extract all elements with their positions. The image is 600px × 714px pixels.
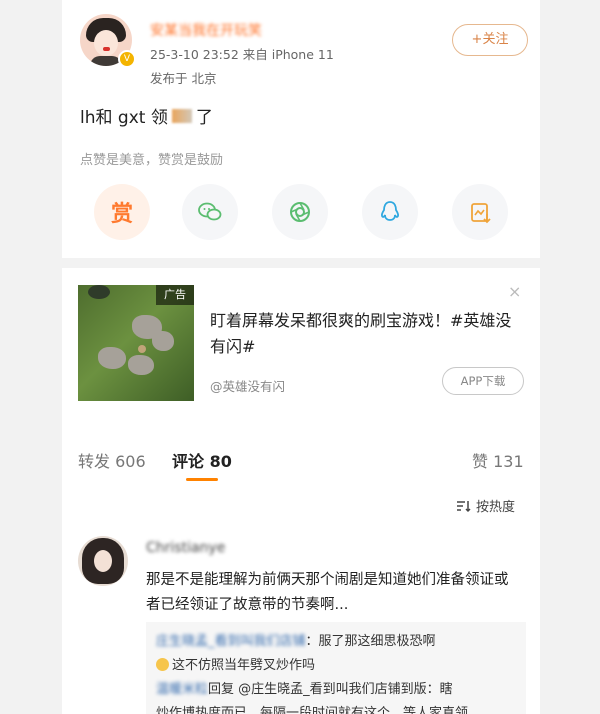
- reply-item[interactable]: 炒作博热度而已，每隔一段时间就有这个，等人家真领: [156, 702, 468, 714]
- reply-text: ：服了那这细思极恐啊: [305, 634, 436, 649]
- commenter-name[interactable]: Christianye: [146, 540, 225, 556]
- ad-tag: 广告: [156, 285, 194, 305]
- tab-comment[interactable]: 评论 80: [172, 448, 232, 472]
- comment-text: 那是不是能理解为前俩天那个闹剧是知道她们准备领证或者已经领证了故意带的节奏啊..…: [146, 572, 509, 613]
- active-tab-indicator: [186, 478, 218, 481]
- post-text: lh和 gxt 领 了: [80, 103, 213, 128]
- qq-icon: [381, 201, 399, 221]
- post-location: 发布于 北京: [150, 71, 217, 86]
- reply-user[interactable]: 温暖米粒: [156, 682, 208, 697]
- post-text-before: lh和 gxt 领: [80, 108, 168, 128]
- reply-item[interactable]: 庄生晓孟_看到叫我们店铺：服了那这细思极恐啊: [156, 630, 436, 649]
- reward-hint: 点赞是美意，赞赏是鼓励: [80, 153, 224, 168]
- ad-title[interactable]: 盯着屏幕发呆都很爽的刷宝游戏！#英雄没有闪#: [210, 308, 516, 360]
- reward-button[interactable]: 赏: [94, 184, 150, 240]
- sort-icon: [457, 500, 471, 512]
- ad-close-icon[interactable]: ×: [508, 282, 521, 301]
- sort-label: 按热度: [476, 500, 516, 515]
- commenter-avatar[interactable]: [78, 536, 128, 586]
- reply-item[interactable]: 这不仿照当年劈叉炒作吗: [156, 654, 315, 673]
- follow-button[interactable]: +关注: [452, 24, 528, 56]
- share-moments-button[interactable]: [272, 184, 328, 240]
- reply-item[interactable]: 温暖米粒回复 @庄生晓孟_看到叫我们店铺到版：瞎: [156, 678, 453, 697]
- reply-text: 炒作博热度而已，每隔一段时间就有这个，等人家真领: [156, 706, 469, 714]
- tab-like[interactable]: 赞 131: [472, 448, 524, 472]
- tab-repost[interactable]: 转发 606: [78, 448, 146, 472]
- ad-image[interactable]: 广告: [78, 285, 194, 401]
- post-card: V 安某当我在开玩笑 25-3-10 23:52 来自 iPhone 11 发布…: [62, 0, 540, 258]
- share-wechat-button[interactable]: [182, 184, 238, 240]
- comments-card: 转发 606 评论 80 赞 131 按热度 Christianye 那是不是能…: [62, 428, 540, 714]
- reply-text: 回复 @庄生晓孟_看到叫我们店铺到版：瞎: [208, 682, 453, 697]
- share-qq-button[interactable]: [362, 184, 418, 240]
- verified-badge-icon: V: [118, 50, 136, 68]
- moments-icon: [290, 202, 310, 222]
- sort-button[interactable]: 按热度: [456, 496, 515, 515]
- weibo-post-page: V 安某当我在开玩笑 25-3-10 23:52 来自 iPhone 11 发布…: [0, 0, 600, 714]
- save-image-icon: [471, 203, 491, 224]
- reply-user[interactable]: 庄生晓孟_看到叫我们店铺: [156, 634, 306, 649]
- ad-source[interactable]: @英雄没有闪: [210, 376, 285, 395]
- emoji-icon: [171, 108, 192, 123]
- reply-list[interactable]: 庄生晓孟_看到叫我们店铺：服了那这细思极恐啊 这不仿照当年劈叉炒作吗 温暖米粒回…: [146, 622, 526, 714]
- reward-icon: 赏: [110, 202, 133, 227]
- save-image-button[interactable]: [452, 184, 508, 240]
- post-meta: 25-3-10 23:52 来自 iPhone 11: [150, 47, 334, 62]
- emoji-icon: [156, 658, 169, 671]
- ad-download-button[interactable]: APP下载: [442, 367, 524, 395]
- author-name[interactable]: 安某当我在开玩笑: [150, 20, 262, 40]
- ad-card[interactable]: 广告 × 盯着屏幕发呆都很爽的刷宝游戏！#英雄没有闪# @英雄没有闪 APP下载: [62, 268, 540, 428]
- post-text-after: 了: [195, 108, 213, 128]
- wechat-icon: [198, 202, 222, 221]
- reply-text: 这不仿照当年劈叉炒作吗: [172, 658, 316, 673]
